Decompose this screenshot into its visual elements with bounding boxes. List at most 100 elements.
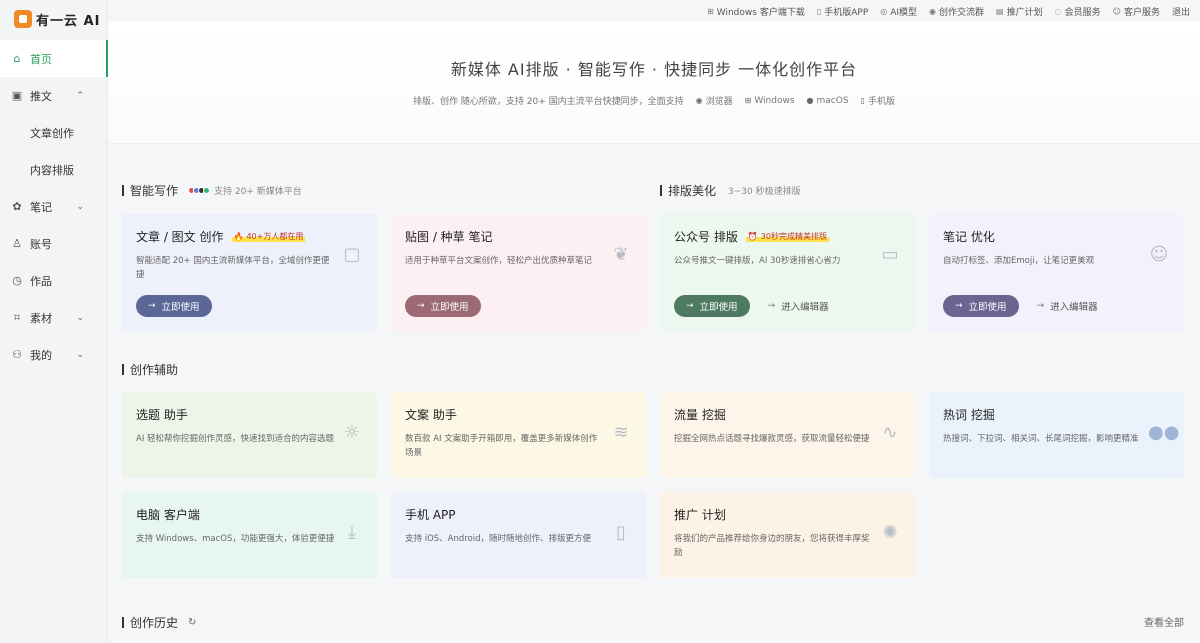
card-actions: → 立即使用	[405, 295, 481, 317]
open-editor-link[interactable]: → 进入编辑器	[1037, 299, 1098, 313]
hero-subtitle: 排版、创作 随心所欲，支持 20+ 国内主流平台快捷同步，全面支持 ◉ 浏览器 ⊞…	[108, 94, 1200, 108]
phone-icon: ▯	[616, 522, 626, 543]
note-icon: ✿	[12, 200, 22, 213]
card-traffic-mining[interactable]: 流量 挖掘 挖掘全网热点话题寻找爆款灵感，获取流量轻松便捷 ∿	[660, 392, 915, 478]
topbar-link-community[interactable]: ◉ 创作交流群	[929, 5, 984, 18]
logo-text: 有一云 AI	[36, 13, 101, 29]
pulse-icon: ∿	[882, 422, 898, 443]
apple-icon: ●	[806, 96, 814, 105]
use-now-button[interactable]: → 立即使用	[136, 295, 212, 317]
platform-mobile: ▯ 手机版	[861, 94, 895, 107]
monitor-icon: ▭	[881, 244, 899, 265]
sidebar: 有一云 AI ⌂ 首页 ▣ 推文 ⌃ 文章创作 内容排版 ✿ 笔记 ⌄ ♙ 账号…	[0, 0, 108, 643]
sprout-icon: ❦	[613, 244, 629, 265]
card-desc: 公众号推文一键排版，AI 30秒速排省心省力	[674, 256, 841, 266]
topbar-link-ai-model[interactable]: ◎ AI模型	[880, 5, 917, 18]
card-topic-assistant[interactable]: 选题 助手 AI 轻松帮你挖掘创作灵感，快速找到适合的内容选题 ☼	[122, 392, 377, 478]
sidebar-item-layout[interactable]: 内容排版	[0, 151, 108, 188]
card-article-create[interactable]: 文章 / 图文 创作 🔥 40+万人都在用 智能适配 20+ 国内主流新媒体平台，…	[122, 214, 377, 331]
use-now-button[interactable]: → 立即使用	[674, 295, 750, 317]
material-icon: ⌗	[13, 310, 21, 324]
use-now-button[interactable]: → 立即使用	[405, 295, 481, 317]
member-icon: ◌	[1054, 6, 1062, 16]
button-label: 立即使用	[161, 302, 200, 313]
card-title: 选题 助手	[136, 408, 188, 422]
card-mobile-app[interactable]: 手机 APP 支持 iOS、Android，随时随地创作、排版更方便 ▯	[391, 492, 646, 578]
hero-title: 新媒体 AI排版 · 智能写作 · 快捷同步 一体化创作平台	[450, 60, 858, 79]
ai-icon: ◎	[880, 6, 888, 16]
sidebar-item-note[interactable]: ✿ 笔记 ⌄	[0, 188, 108, 225]
topbar-link-label: 创作交流群	[939, 7, 985, 18]
chevron-down-icon: ⌄	[76, 201, 84, 212]
arrow-right-icon: →	[686, 301, 694, 311]
button-label: 立即使用	[968, 302, 1007, 313]
sidebar-item-label: 作品	[30, 274, 52, 288]
card-note-create[interactable]: 贴图 / 种草 笔记 适用于种草平台文案创作，轻松产出优质种草笔记 ❦ → 立即使…	[391, 214, 646, 331]
refresh-icon[interactable]: ↻	[188, 617, 196, 628]
sidebar-item-works[interactable]: ◷ 作品	[0, 262, 108, 299]
lightbulb-icon: ☼	[343, 422, 361, 443]
card-desc: 热搜词、下拉词、相关词、长尾词挖掘，影响更精准	[943, 434, 1139, 444]
card-desc: 支持 Windows、macOS，功能更强大，体验更便捷	[136, 534, 335, 544]
link-label: 进入编辑器	[781, 302, 829, 313]
section-note: 支持 20+ 新媒体平台	[188, 184, 302, 197]
works-icon: ◷	[12, 274, 22, 287]
home-icon: ⌂	[13, 52, 21, 65]
card-title: 电脑 客户端	[136, 508, 200, 522]
top-bar: ⊞ Windows 客户端下载 ▯ 手机版APP ◎ AI模型 ◉ 创作交流群 ▤ 推广计…	[108, 0, 1200, 22]
chevron-down-icon: ⌄	[76, 312, 84, 323]
chevron-down-icon: ⌄	[76, 349, 84, 360]
card-wechat-layout[interactable]: 公众号 排版 ⏰ 30秒完成精美排版 公众号推文一键排版，AI 30秒速排省心省力…	[660, 214, 915, 331]
fire-icon: 🔥	[233, 232, 244, 241]
card-title-text: 公众号 排版	[674, 230, 738, 244]
use-now-button[interactable]: → 立即使用	[943, 295, 1019, 317]
sidebar-item-mine[interactable]: ⚇ 我的 ⌄	[0, 336, 108, 373]
card-desc: 将我们的产品推荐给你身边的朋友，您将获得丰厚奖励	[674, 534, 870, 558]
card-title: 文章 / 图文 创作 🔥 40+万人都在用	[136, 228, 363, 245]
button-label: 立即使用	[699, 302, 738, 313]
topbar-link-customer-service[interactable]: ☺ 客户服务	[1113, 5, 1160, 18]
card-desktop-client[interactable]: 电脑 客户端 支持 Windows、macOS，功能更强大，体验更便捷 ⤓	[122, 492, 377, 578]
sidebar-item-label: 我的	[30, 348, 52, 362]
sidebar-item-label: 文章创作	[30, 126, 74, 140]
arrow-right-icon: →	[955, 301, 963, 311]
topbar-link-mobile-app[interactable]: ▯ 手机版APP	[817, 5, 868, 18]
card-desc: AI 轻松帮你挖掘创作灵感，快速找到适合的内容选题	[136, 434, 335, 444]
topbar-link-promotion[interactable]: ▤ 推广计划	[996, 5, 1043, 18]
card-title: 推广 计划	[674, 508, 726, 522]
card-note-optimize[interactable]: 笔记 优化 自动打标签、添加Emoji，让笔记更美观 ☺ → 立即使用 → 进入编辑…	[929, 214, 1184, 331]
card-desc: 数百款 AI 文案助手开箱即用，覆盖更多新媒体创作场景	[405, 434, 598, 458]
sidebar-nav: ⌂ 首页 ▣ 推文 ⌃ 文章创作 内容排版 ✿ 笔记 ⌄ ♙ 账号 ◷ 作品 ⌗	[0, 40, 108, 373]
sidebar-item-account[interactable]: ♙ 账号	[0, 225, 108, 262]
section-title: 排版美化	[668, 184, 717, 198]
section-title: 创作辅助	[130, 363, 179, 377]
topbar-link-label: 退出	[1171, 7, 1190, 18]
open-editor-link[interactable]: → 进入编辑器	[768, 299, 829, 313]
view-all-link[interactable]: 查看全部	[1144, 614, 1184, 629]
account-icon: ♙	[12, 237, 22, 250]
sidebar-item-article[interactable]: ▣ 推文 ⌃	[0, 77, 108, 114]
logo[interactable]: 有一云 AI	[14, 8, 100, 30]
sidebar-item-article-create[interactable]: 文章创作	[0, 114, 108, 151]
dots-icon: ●●	[1148, 422, 1180, 443]
card-promotion-plan[interactable]: 推广 计划 将我们的产品推荐给你身边的朋友，您将获得丰厚奖励 ✺	[660, 492, 915, 578]
speed-badge: ⏰ 30秒完成精美排版	[745, 231, 829, 242]
card-copy-assistant[interactable]: 文案 助手 数百款 AI 文案助手开箱即用，覆盖更多新媒体创作场景 ≋	[391, 392, 646, 478]
topbar-link-membership[interactable]: ◌ 会员服务	[1055, 5, 1101, 18]
sidebar-item-label: 推文	[30, 89, 52, 103]
topbar-link-logout[interactable]: 退出	[1172, 5, 1190, 18]
topbar-link-windows-download[interactable]: ⊞ Windows 客户端下载	[707, 5, 805, 18]
card-title: 手机 APP	[405, 508, 456, 522]
card-title: 文案 助手	[405, 408, 457, 422]
card-hotword-mining[interactable]: 热词 挖掘 热搜词、下拉词、相关词、长尾词挖掘，影响更精准 ●●	[929, 392, 1184, 478]
windows-icon: ⊞	[707, 6, 714, 16]
logo-icon	[14, 10, 32, 28]
platform-label: 手机版	[867, 97, 895, 107]
card-title: 贴图 / 种草 笔记	[405, 230, 493, 244]
platform-dots-icon	[188, 187, 211, 194]
card-desc: 适用于种草平台文案创作，轻松产出优质种草笔记	[405, 256, 593, 266]
platform-label: macOS	[816, 95, 849, 106]
sidebar-item-home[interactable]: ⌂ 首页	[0, 40, 108, 77]
sidebar-item-material[interactable]: ⌗ 素材 ⌄	[0, 299, 108, 336]
platform-label: Windows	[754, 95, 795, 106]
